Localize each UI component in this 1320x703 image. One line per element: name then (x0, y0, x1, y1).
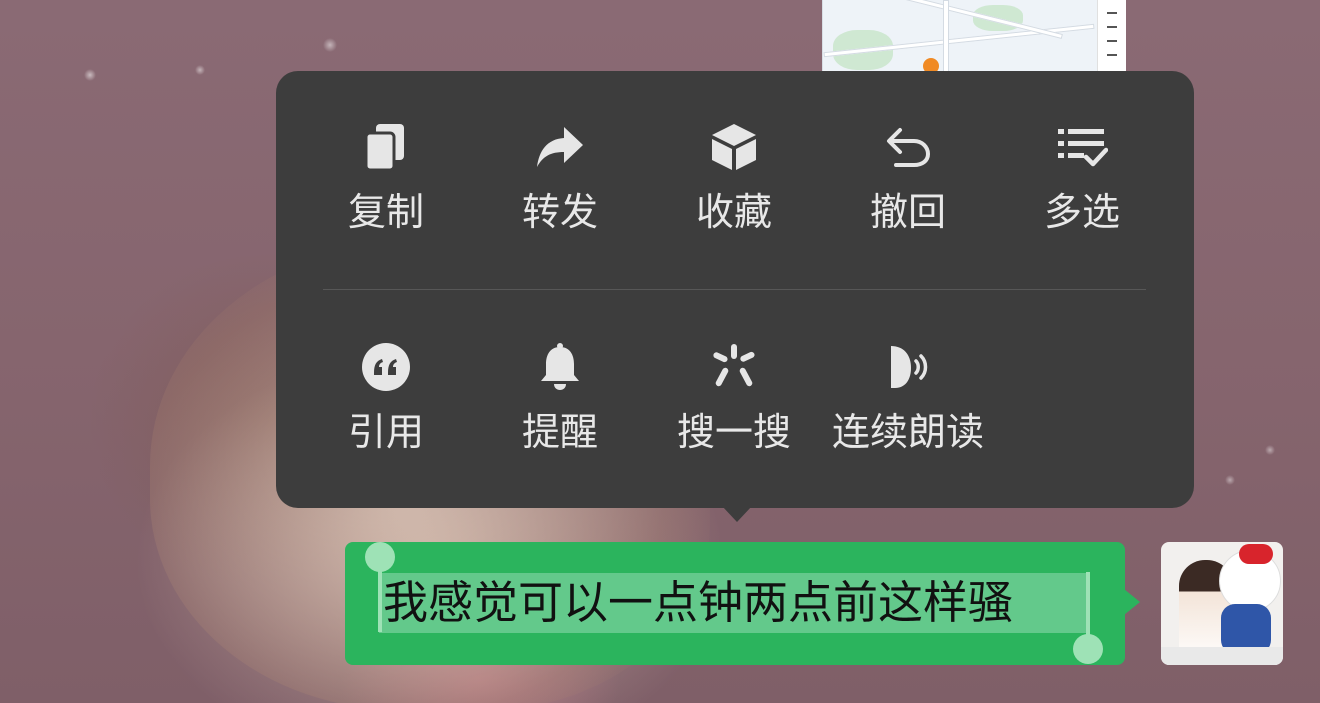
selection-start-handle[interactable] (365, 542, 395, 572)
read-aloud-icon (880, 339, 936, 395)
menu-label-recall: 撤回 (869, 190, 946, 234)
message-bubble[interactable]: 我感觉可以一点钟两点前这样骚 (345, 542, 1125, 665)
context-menu-row-2: 引用 提醒 搜一搜 连续朗读 (276, 339, 995, 479)
menu-item-favorite[interactable]: 收藏 (647, 119, 821, 259)
multi-select-icon (1054, 119, 1110, 175)
menu-label-favorite: 收藏 (695, 190, 772, 234)
menu-label-copy: 复制 (347, 190, 424, 234)
quote-icon (358, 339, 414, 395)
message-context-menu: 复制 转发 收藏 撤回 多选 引用 提醒 搜一搜 连续朗读 (276, 71, 1194, 508)
menu-item-forward[interactable]: 转发 (473, 119, 647, 259)
menu-label-search: 搜一搜 (676, 410, 791, 454)
menu-label-multi-select: 多选 (1043, 190, 1120, 234)
copy-icon (358, 119, 414, 175)
menu-item-remind[interactable]: 提醒 (473, 339, 647, 479)
message-text[interactable]: 我感觉可以一点钟两点前这样骚 (383, 575, 1013, 631)
map-tool-icon (1107, 12, 1117, 14)
menu-item-read-aloud[interactable]: 连续朗读 (821, 339, 995, 479)
map-tool-icon (1107, 26, 1117, 28)
selection-start-bar (378, 566, 382, 632)
map-tool-icon (1107, 40, 1117, 42)
context-menu-row-1: 复制 转发 收藏 撤回 多选 (276, 119, 1169, 259)
menu-label-remind: 提醒 (521, 410, 598, 454)
menu-label-forward: 转发 (521, 190, 598, 234)
context-menu-pointer (722, 506, 752, 522)
map-message-thumbnail[interactable] (822, 0, 1126, 74)
menu-item-recall[interactable]: 撤回 (821, 119, 995, 259)
message-bubble-tail (1124, 589, 1140, 615)
selection-end-handle[interactable] (1073, 634, 1103, 664)
avatar-plush-bow (1239, 544, 1273, 564)
menu-label-read-aloud: 连续朗读 (831, 410, 984, 454)
favorite-box-icon (706, 119, 762, 175)
selection-end-bar (1086, 572, 1090, 638)
menu-item-copy[interactable]: 复制 (299, 119, 473, 259)
menu-divider (323, 289, 1146, 290)
menu-item-search[interactable]: 搜一搜 (647, 339, 821, 479)
search-sparkle-icon (706, 339, 762, 395)
user-avatar[interactable] (1161, 542, 1283, 665)
map-tool-icon (1107, 54, 1117, 56)
menu-label-quote: 引用 (347, 410, 424, 454)
avatar-table (1161, 647, 1283, 665)
forward-icon (532, 119, 588, 175)
menu-item-multi-select[interactable]: 多选 (995, 119, 1169, 259)
chat-screen: 复制 转发 收藏 撤回 多选 引用 提醒 搜一搜 连续朗读 我感觉可以一点钟两点… (0, 0, 1320, 703)
map-road (943, 0, 949, 74)
map-side-toolbar (1097, 0, 1126, 74)
bell-icon (532, 339, 588, 395)
menu-item-quote[interactable]: 引用 (299, 339, 473, 479)
undo-icon (880, 119, 936, 175)
